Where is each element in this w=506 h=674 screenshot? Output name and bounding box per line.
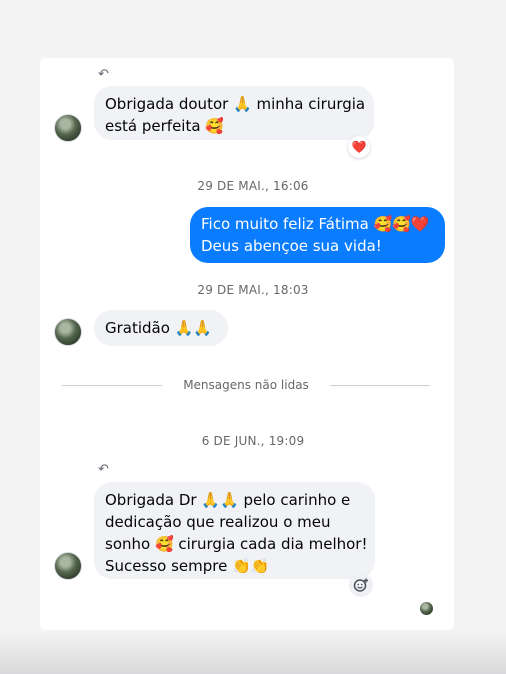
message-line: dedicação que realizou o meu (105, 513, 331, 531)
message-line: Obrigada doutor 🙏 minha cirurgia (105, 95, 366, 113)
incoming-message-bubble[interactable]: Obrigada doutor 🙏 minha cirurgia está pe… (94, 86, 374, 140)
message-timestamp: 29 DE MAI., 16:06 (197, 179, 309, 193)
add-reaction-icon[interactable] (349, 573, 373, 597)
contact-avatar[interactable] (54, 114, 82, 142)
bottom-shade (0, 630, 506, 674)
incoming-message-bubble[interactable]: Obrigada Dr 🙏🙏 pelo carinho e dedicação … (94, 482, 375, 579)
message-line: Deus abençoe sua vida! (201, 237, 382, 255)
contact-avatar[interactable] (54, 318, 82, 346)
incoming-message-bubble[interactable]: Gratidão 🙏🙏 (94, 310, 228, 346)
message-line: sonho 🥰 cirurgia cada dia melhor! (105, 535, 368, 553)
seen-avatar (420, 602, 433, 615)
outgoing-message-bubble[interactable]: Fico muito feliz Fátima 🥰🥰❤️ Deus abenço… (190, 207, 445, 263)
unread-divider-label: Mensagens não lidas (183, 378, 309, 392)
message-timestamp: 6 DE JUN., 19:09 (201, 434, 305, 448)
message-timestamp: 29 DE MAI., 18:03 (197, 283, 309, 297)
heart-reaction-icon[interactable]: ❤️ (348, 136, 370, 158)
divider-line (330, 385, 430, 386)
reply-arrow-icon: ↶ (98, 462, 109, 477)
contact-avatar[interactable] (54, 552, 82, 580)
message-line: Gratidão 🙏🙏 (105, 319, 213, 337)
message-line: Sucesso sempre 👏👏 (105, 557, 270, 575)
reply-arrow-icon: ↶ (98, 67, 109, 82)
message-line: está perfeita 🥰 (105, 117, 224, 135)
divider-line (62, 385, 162, 386)
message-line: Obrigada Dr 🙏🙏 pelo carinho e (105, 491, 351, 509)
message-line: Fico muito feliz Fátima 🥰🥰❤️ (201, 215, 430, 233)
